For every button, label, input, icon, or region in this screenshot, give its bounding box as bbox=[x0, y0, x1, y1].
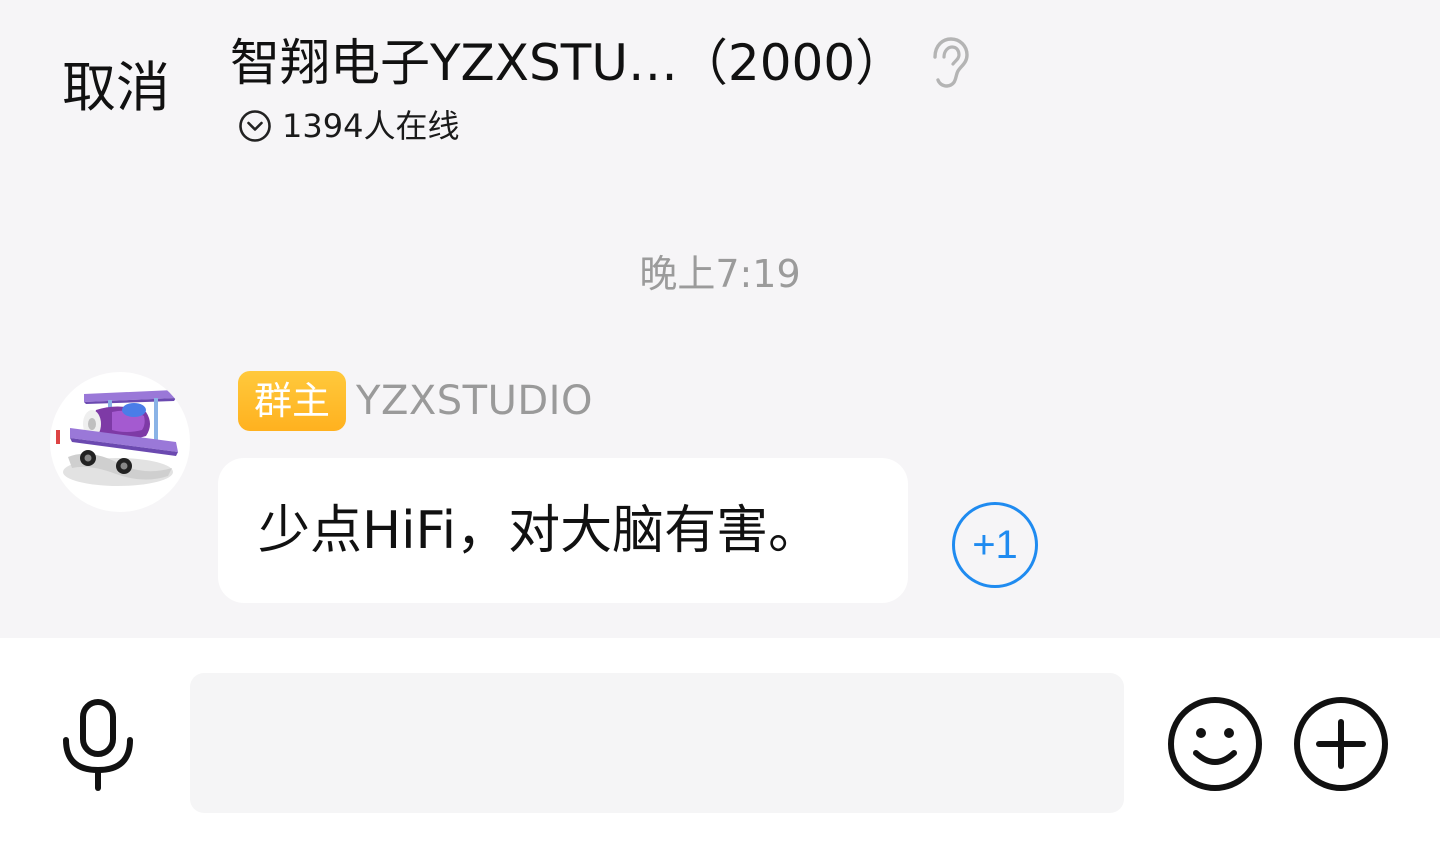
title-row: 智翔电子YZXSTU…（2000） bbox=[230, 30, 971, 96]
message-list[interactable]: 晚上7:19 群主 YZXSTUDIO 少点HiFi，对大脑有害。 +1 bbox=[0, 176, 1440, 638]
online-count: 1394人在线 bbox=[282, 107, 460, 145]
input-bar bbox=[0, 638, 1440, 848]
biplane-avatar bbox=[56, 390, 178, 486]
chevron-down-circle-icon bbox=[238, 109, 272, 143]
smiley-icon[interactable] bbox=[1166, 695, 1264, 793]
microphone-icon[interactable] bbox=[58, 698, 138, 792]
owner-badge: 群主 bbox=[238, 371, 347, 431]
plus-one-button[interactable]: +1 bbox=[952, 502, 1038, 588]
plus-circle-icon[interactable] bbox=[1292, 695, 1390, 793]
ear-icon[interactable] bbox=[927, 35, 971, 91]
cancel-button[interactable]: 取消 bbox=[62, 56, 170, 120]
message-timestamp: 晚上7:19 bbox=[639, 252, 801, 296]
sender-name[interactable]: YZXSTUDIO bbox=[356, 371, 593, 431]
avatar[interactable] bbox=[50, 372, 190, 512]
message-text: 少点HiFi，对大脑有害。 bbox=[258, 500, 821, 561]
group-title[interactable]: 智翔电子YZXSTU…（2000） bbox=[230, 30, 905, 96]
sender-row: 群主 YZXSTUDIO bbox=[238, 370, 593, 432]
message-input[interactable] bbox=[190, 673, 1124, 813]
chat-header: 取消 智翔电子YZXSTU…（2000） 1394人在线 bbox=[0, 0, 1440, 176]
online-status[interactable]: 1394人在线 bbox=[238, 106, 459, 146]
message-bubble[interactable]: 少点HiFi，对大脑有害。 bbox=[218, 458, 908, 603]
